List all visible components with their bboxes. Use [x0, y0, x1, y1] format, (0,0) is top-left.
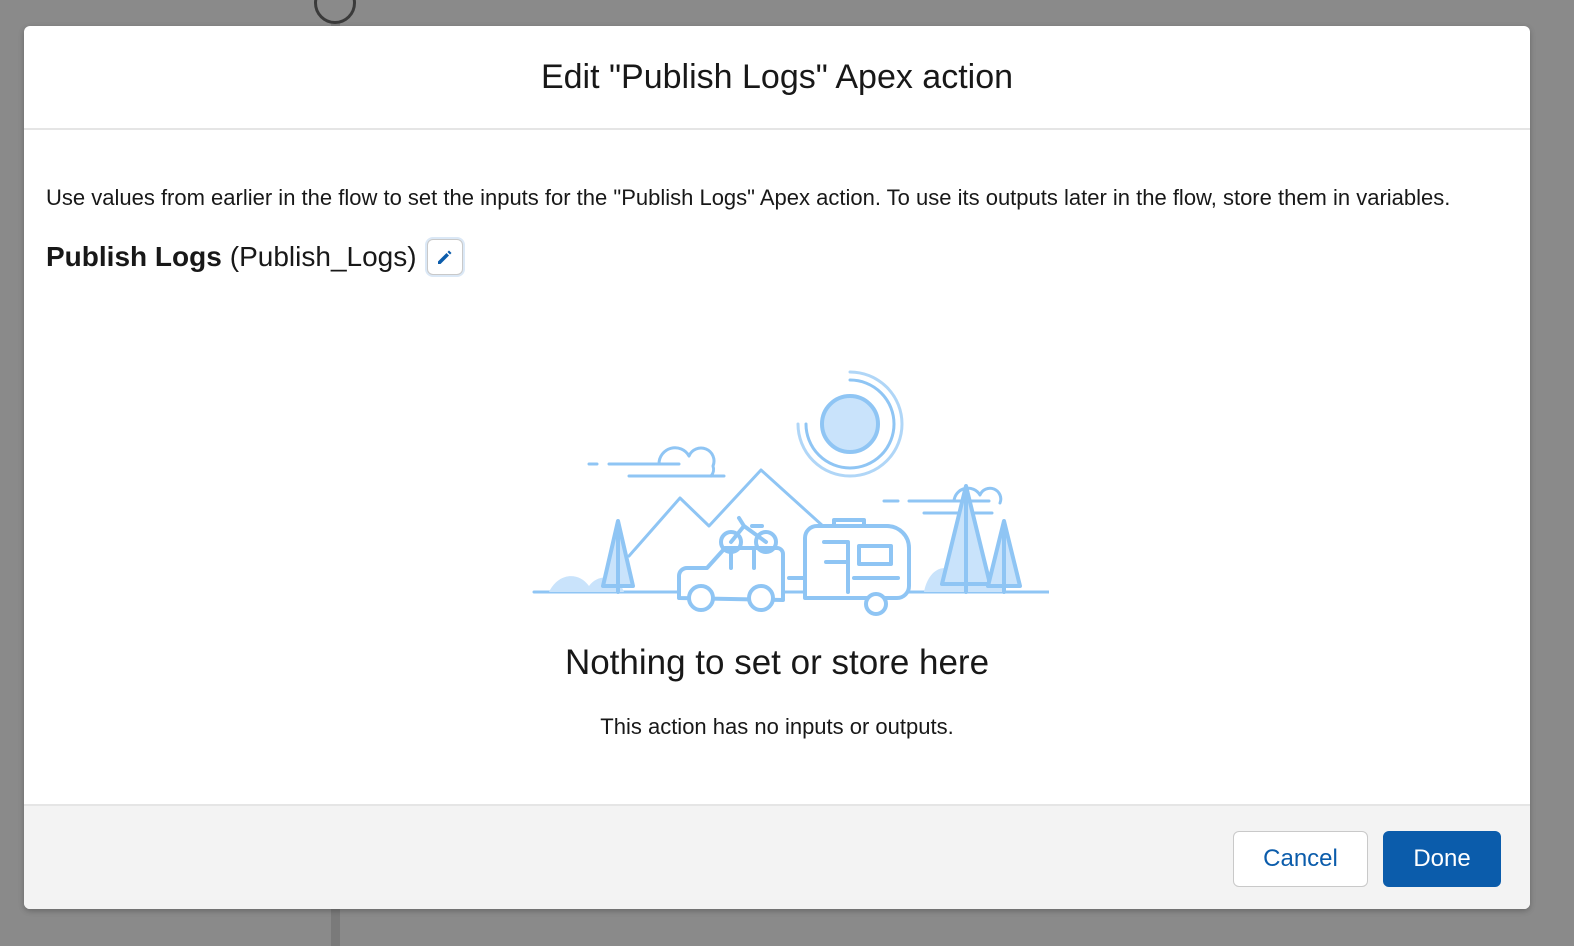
- pencil-icon: [437, 250, 452, 264]
- modal-header: Edit "Publish Logs" Apex action: [24, 26, 1530, 130]
- edit-apex-action-modal: Edit "Publish Logs" Apex action Use valu…: [24, 26, 1530, 909]
- done-button[interactable]: Done: [1383, 831, 1501, 887]
- action-name-row: Publish Logs (Publish_Logs): [46, 239, 1508, 275]
- modal-body: Use values from earlier in the flow to s…: [24, 130, 1530, 805]
- flow-add-node-icon: [314, 0, 356, 24]
- empty-state-title: Nothing to set or store here: [564, 643, 990, 682]
- modal-footer: Cancel Done: [24, 804, 1530, 909]
- edit-action-button[interactable]: [426, 239, 463, 275]
- flow-connector-line: [331, 908, 340, 946]
- empty-state-subtitle: This action has no inputs or outputs.: [600, 714, 954, 739]
- camping-trailer-illustration: [532, 370, 1049, 616]
- cancel-button[interactable]: Cancel: [1233, 831, 1368, 887]
- modal-title: Edit "Publish Logs" Apex action: [540, 57, 1014, 96]
- modal-description: Use values from earlier in the flow to s…: [46, 185, 1451, 210]
- action-api-name: (Publish_Logs): [229, 241, 417, 272]
- action-label: Publish Logs: [46, 241, 222, 272]
